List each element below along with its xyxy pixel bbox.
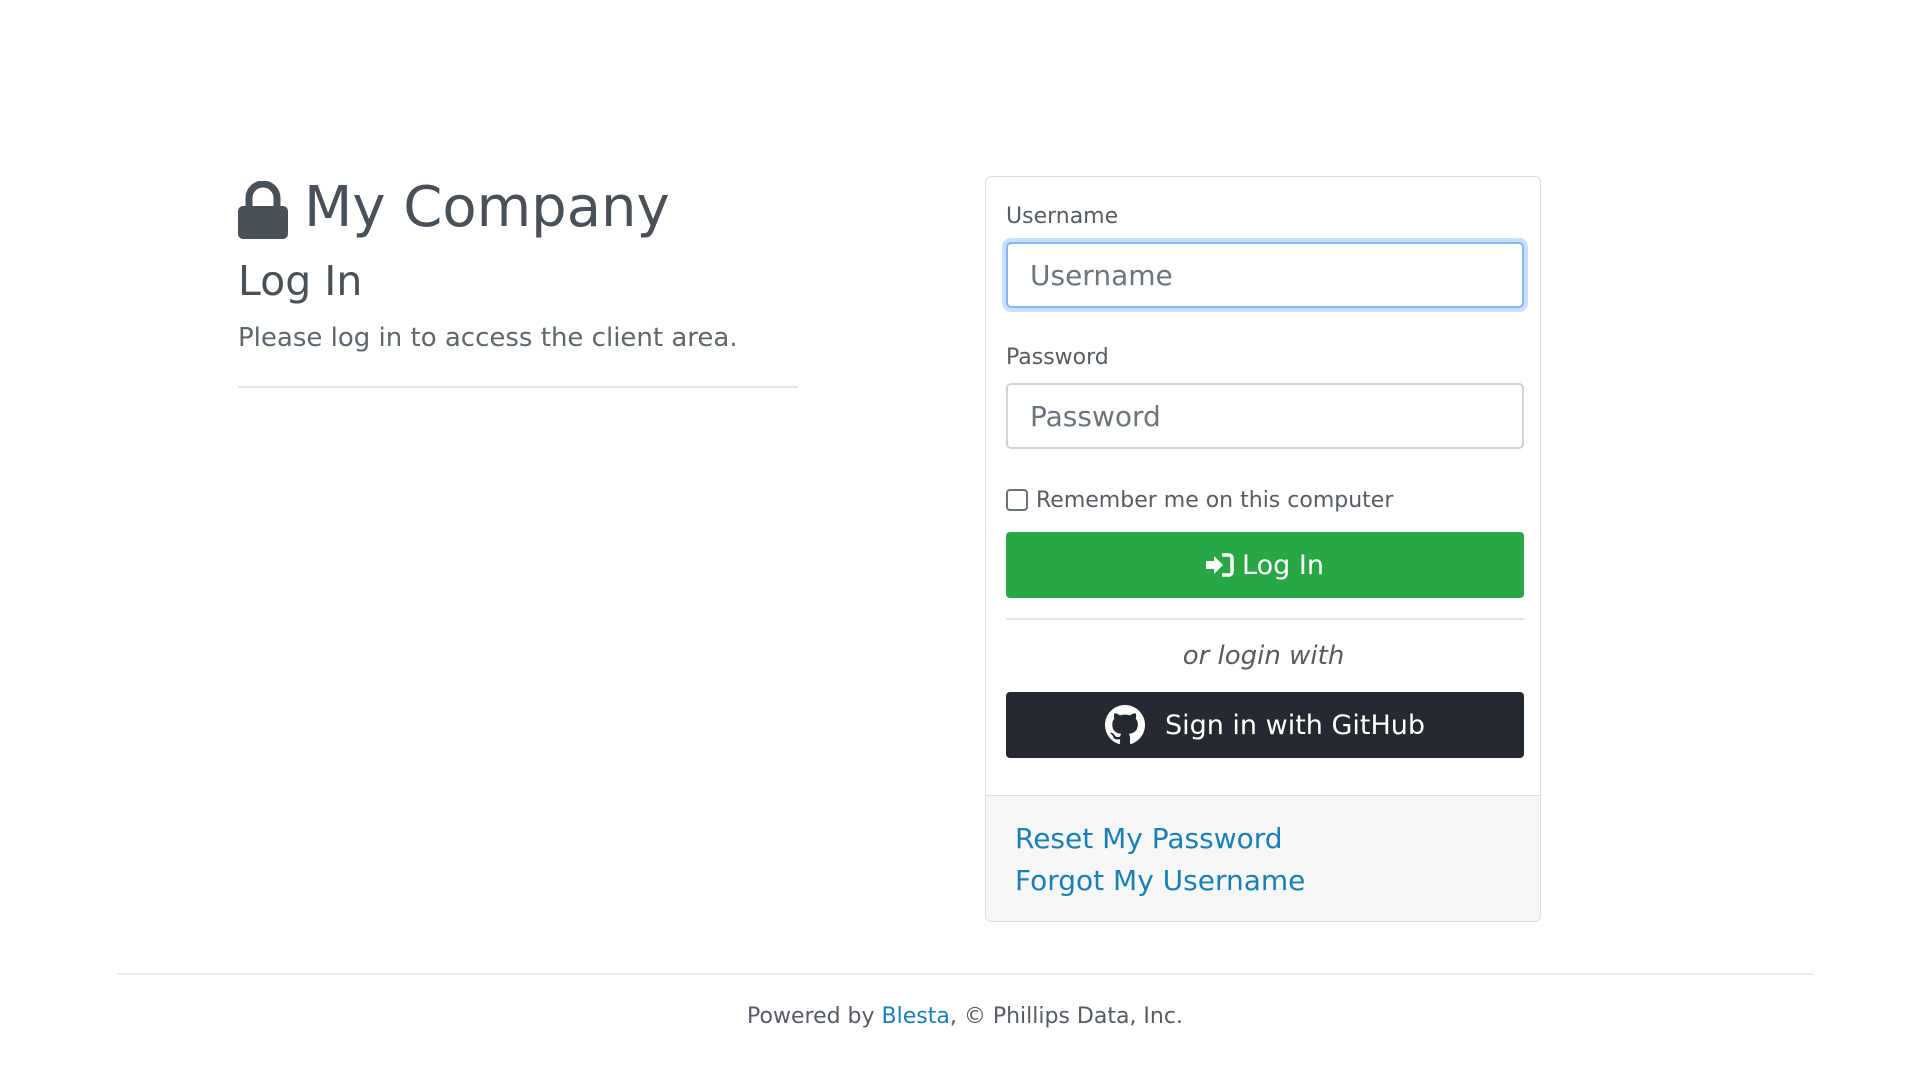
password-label: Password [1006,345,1109,370]
reset-password-link[interactable]: Reset My Password [1015,818,1540,860]
footer-divider [117,973,1813,975]
login-form: Username Password Remember me on this co… [986,177,1540,758]
copyright-text: , © Phillips Data, Inc. [949,1004,1183,1029]
card-footer: Reset My Password Forgot My Username [986,795,1540,921]
lock-icon [238,177,290,239]
page-title: Log In [238,257,363,305]
login-intro: My Company Log In Please log in to acces… [238,172,798,388]
brand-header: My Company [238,172,798,244]
login-page: My Company Log In Please log in to acces… [0,0,1920,1080]
powered-by-footer: Powered by Blesta, © Phillips Data, Inc. [0,1004,1920,1029]
login-button[interactable]: Log In [1006,532,1524,598]
powered-by-prefix: Powered by [747,1004,882,1029]
github-button-label: Sign in with GitHub [1164,709,1426,741]
login-description: Please log in to access the client area. [238,323,738,353]
remember-me-row[interactable]: Remember me on this computer [1006,485,1521,515]
login-card: Username Password Remember me on this co… [985,176,1541,922]
sign-in-icon [1206,553,1234,577]
divider [1006,618,1524,620]
username-input[interactable] [1006,242,1524,308]
password-input[interactable] [1006,383,1524,449]
company-name: My Company [304,175,670,240]
forgot-username-link[interactable]: Forgot My Username [1015,860,1540,902]
github-icon [1104,705,1145,745]
username-label: Username [1006,204,1119,229]
remember-me-checkbox[interactable] [1006,489,1028,511]
divider [238,386,798,388]
login-button-label: Log In [1242,549,1324,581]
or-login-with-text: or login with [1182,641,1345,671]
remember-me-label[interactable]: Remember me on this computer [1036,488,1393,513]
github-signin-button[interactable]: Sign in with GitHub [1006,692,1524,758]
blesta-link[interactable]: Blesta [882,1004,950,1029]
